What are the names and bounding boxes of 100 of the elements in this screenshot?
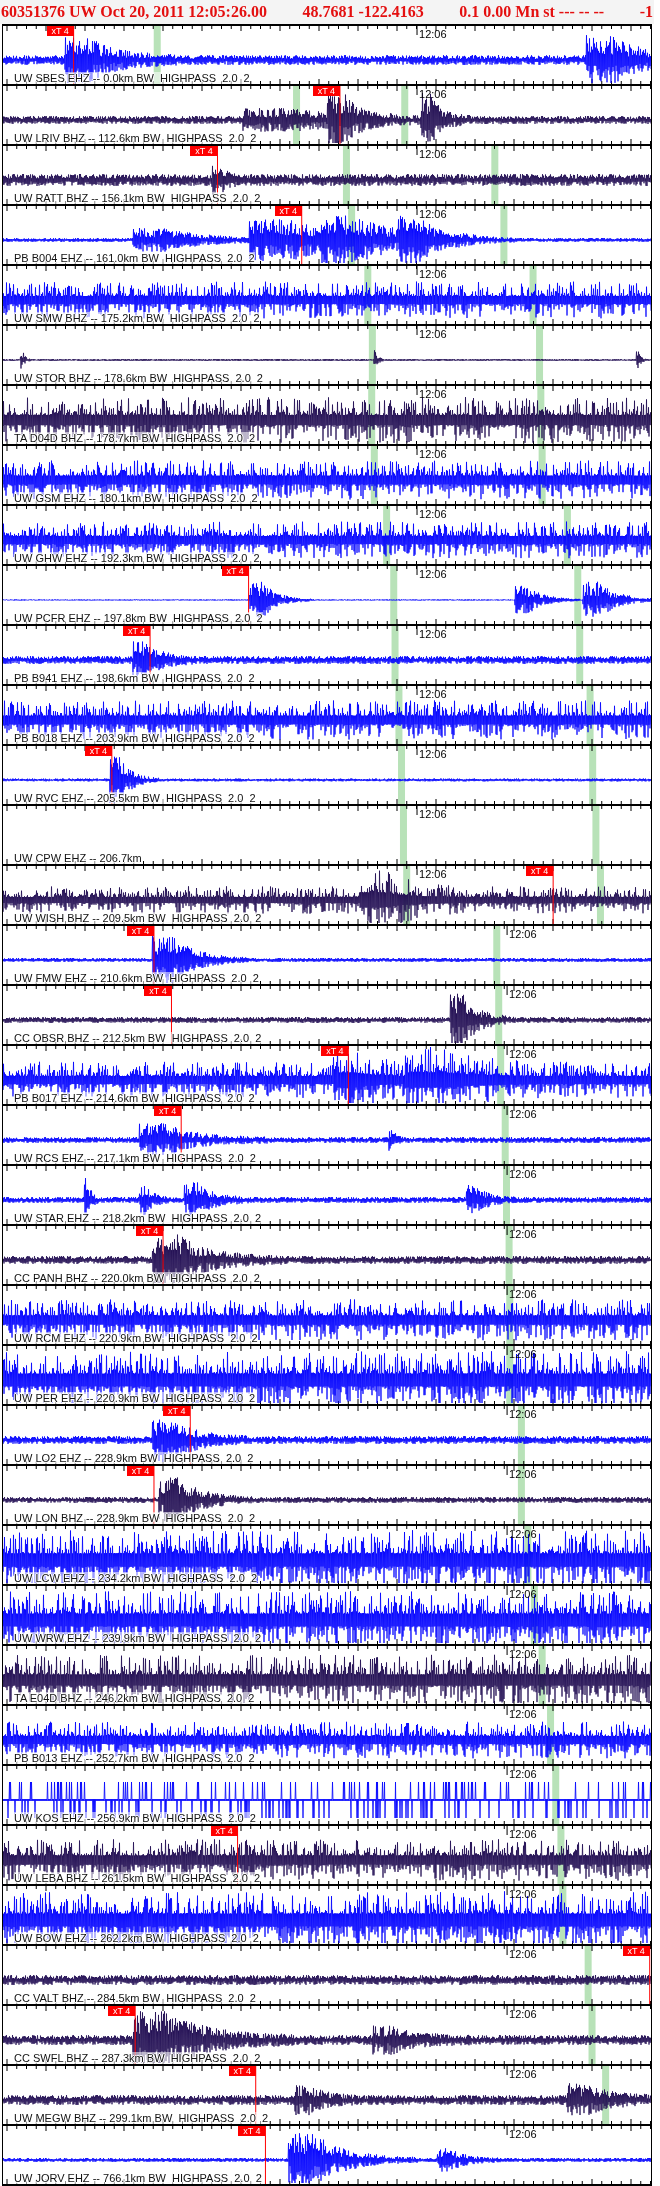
station-label: UW SBES EHZ -- 0.0km BW HIGHPASS 2.0 2 [14, 72, 250, 84]
highlight-band [395, 686, 403, 744]
pick-line [217, 146, 218, 204]
station-label: PB B004 EHZ -- 161.0km BW HIGHPASS 2.0 2 [14, 252, 255, 264]
time-label: 12:06 [509, 1048, 537, 1060]
station-label: UW LO2 EHZ -- 228.9km BW HIGHPASS 2.0 2 [14, 1452, 254, 1464]
time-label: 12:06 [509, 1708, 537, 1720]
time-label: 12:06 [509, 2068, 537, 2080]
pick-flag: xT 4 [526, 866, 554, 876]
station-label: UW MEGW BHZ -- 299.1km BW HIGHPASS 2.0 2 [14, 2112, 269, 2124]
time-label: 12:06 [419, 868, 447, 880]
time-label: 12:06 [509, 1108, 537, 1120]
time-label: 12:06 [509, 1588, 537, 1600]
station-label: CC VALT BHZ -- 284.5km BW HIGHPASS 2.0 2 [14, 1992, 256, 2004]
pick-line [149, 626, 151, 684]
time-label: 12:06 [509, 1828, 537, 1840]
highlight-band [497, 1046, 505, 1104]
pick-flag: xT 4 [190, 146, 218, 156]
highlight-band [503, 1166, 510, 1224]
time-label: 12:06 [419, 448, 447, 460]
highlight-band [557, 1826, 565, 1884]
highlight-band [602, 2066, 610, 2124]
pick-flag: xT 4 [123, 626, 151, 636]
time-label: 12:06 [419, 28, 447, 40]
time-label: 12:06 [509, 928, 537, 940]
highlight-band [588, 2006, 596, 2064]
station-label: UW GHW EHZ -- 192.3km BW HIGHPASS 2.0 2 [14, 552, 260, 564]
pick-flag: xT 4 [228, 2066, 256, 2076]
time-label: 12:06 [419, 268, 447, 280]
pick-line [111, 746, 113, 804]
pick-flag: xT 4 [84, 746, 112, 756]
pick-line [339, 86, 341, 144]
station-label: PB B017 EHZ -- 214.6km BW HIGHPASS 2.0 2 [14, 1092, 255, 1104]
highlight-band [547, 1706, 555, 1764]
station-label: UW JORV EHZ -- 766.1km BW HIGHPASS 2.0 2 [14, 2172, 262, 2184]
highlight-band [493, 926, 501, 984]
highlight-band [368, 326, 376, 384]
station-label: UW STAR EHZ -- 218.2km BW HIGHPASS 2.0 2 [14, 1212, 262, 1224]
time-label: 12:06 [509, 2128, 537, 2140]
station-label: TA E04D BHZ -- 246.2km BW HIGHPASS 2.0 2 [14, 1692, 255, 1704]
station-label: UW SMW BHZ -- 175.2km BW HIGHPASS 2.0 2 [14, 312, 260, 324]
highlight-band [501, 1106, 509, 1164]
highlight-band [348, 206, 356, 264]
time-label: 12:06 [509, 1468, 537, 1480]
station-label: UW WISH BHZ -- 209.5km BW HIGHPASS 2.0 2 [14, 912, 262, 924]
station-label: UW STOR BHZ -- 178.6km BW HIGHPASS 2.0 2 [14, 372, 263, 384]
station-label: UW RATT BHZ -- 156.1km BW HIGHPASS 2.0 2 [14, 192, 261, 204]
pick-line [134, 2006, 136, 2064]
station-label: UW LON BHZ -- 228.9km BW HIGHPASS 2.0 2 [14, 1512, 256, 1524]
highlight-band [342, 146, 350, 204]
pick-flag: xT 4 [238, 2126, 266, 2136]
station-label: UW WRW EHZ -- 239.9km BW HIGHPASS 2.0 2 [14, 1632, 262, 1644]
station-label: UW GSM EHZ -- 180.1km BW HIGHPASS 2.0 2 [14, 492, 258, 504]
pick-line [347, 1046, 349, 1104]
pick-flag: xT 4 [221, 566, 249, 576]
time-label: 12:06 [419, 688, 447, 700]
time-label: 12:06 [509, 1768, 537, 1780]
station-label: PB B941 EHZ -- 198.6km BW HIGHPASS 2.0 2 [14, 672, 255, 684]
highlight-band [586, 686, 594, 744]
station-label: UW PCFR EHZ -- 197.8km BW HIGHPASS 2.0 2 [14, 612, 263, 624]
station-label: UW RCS EHZ -- 217.1km BW HIGHPASS 2.0 2 [14, 1152, 256, 1164]
highlight-band [529, 266, 537, 324]
highlight-band [383, 506, 391, 564]
pick-line [264, 2126, 266, 2184]
pick-line [189, 1406, 191, 1464]
highlight-band [401, 86, 409, 144]
highlight-band [293, 86, 301, 144]
event-header-text: 48.7681 -122.4163 [302, 3, 424, 21]
time-label: 12:06 [419, 328, 447, 340]
pick-flag: xT 4 [126, 926, 154, 936]
highlight-band [491, 146, 499, 204]
station-label: UW PER EHZ -- 220.9km BW HIGHPASS 2.0 2 [14, 1392, 256, 1404]
time-label: 12:06 [419, 88, 447, 100]
station-label: UW CPW EHZ -- 206.7km [14, 852, 142, 864]
station-label: UW FMW EHZ -- 210.6km BW HIGHPASS 2.0 2 [14, 972, 259, 984]
highlight-band [576, 626, 584, 684]
event-header-text: 60351376 UW Oct 20, 2011 12:05:26.00 [1, 3, 267, 21]
time-label: 12:06 [509, 1288, 537, 1300]
station-label: UW LRIV BHZ -- 112.6km BW HIGHPASS 2.0 2 [14, 132, 257, 144]
time-label: 12:06 [419, 568, 447, 580]
highlight-band [399, 806, 407, 864]
highlight-band [592, 806, 600, 864]
highlight-band [390, 566, 398, 624]
station-label: PB B013 EHZ -- 252.7km BW HIGHPASS 2.0 2 [14, 1752, 255, 1764]
time-label: 12:06 [419, 808, 447, 820]
highlight-band [596, 866, 604, 924]
pick-line [153, 926, 155, 984]
highlight-band [584, 1946, 592, 2004]
time-label: 12:06 [419, 748, 447, 760]
station-label: UW BOW EHZ -- 262.2km BW HIGHPASS 2.0 2 [14, 1932, 259, 1944]
pick-flag: xT 4 [46, 26, 74, 36]
time-label: 12:06 [419, 208, 447, 220]
time-label: 12:06 [419, 508, 447, 520]
time-label: 12:06 [509, 2008, 537, 2020]
time-label: 12:06 [509, 1888, 537, 1900]
station-label: TA D04D BHZ -- 178.7km BW HIGHPASS 2.0 2 [14, 432, 256, 444]
time-label: 12:06 [509, 1168, 537, 1180]
time-label: 12:06 [509, 1408, 537, 1420]
highlight-band [398, 746, 405, 804]
highlight-band [153, 26, 161, 84]
